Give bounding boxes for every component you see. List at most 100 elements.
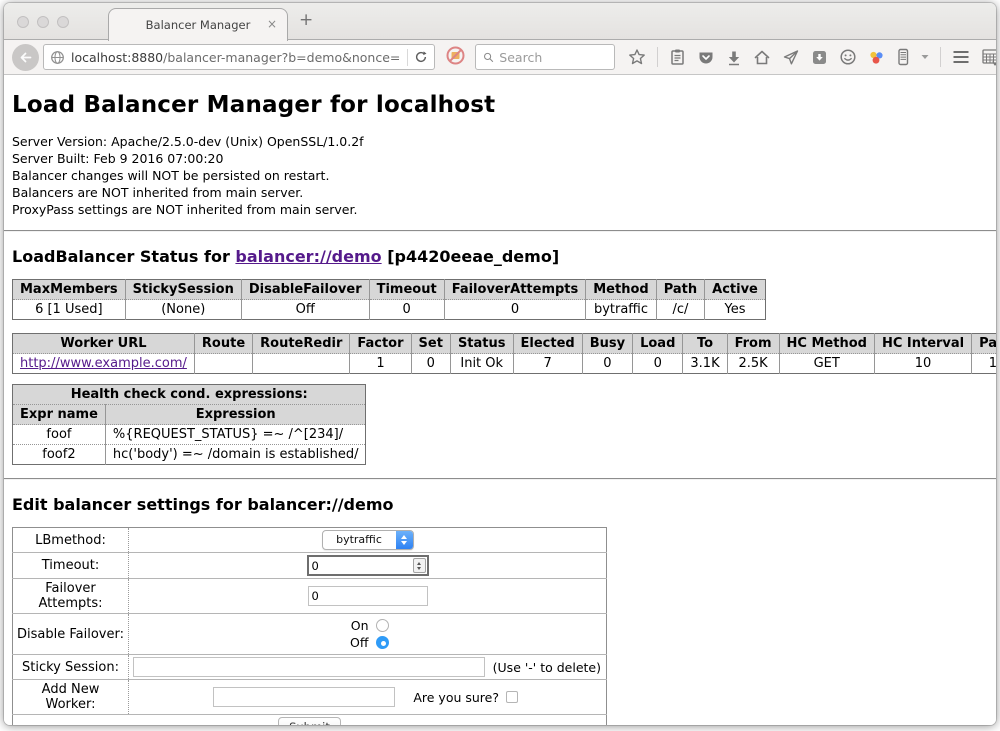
timeout-row: Timeout: xyxy=(13,553,607,579)
table-header-row: Expr name Expression xyxy=(13,405,366,425)
cell-worker-url: http://www.example.com/ xyxy=(13,354,195,374)
color-dots-icon[interactable] xyxy=(868,49,885,66)
cell-disablefailover: Off xyxy=(241,300,369,320)
clipboard-icon[interactable] xyxy=(669,48,686,66)
table-row: foof %{REQUEST_STATUS} =~ /^[234]/ xyxy=(13,425,366,445)
urlbar-separator xyxy=(407,49,408,66)
search-bar[interactable] xyxy=(475,44,615,70)
failover-off-option: Off xyxy=(133,634,602,651)
number-spinner-icon[interactable] xyxy=(413,558,426,573)
globe-icon xyxy=(50,50,65,65)
menu-icon[interactable] xyxy=(952,50,970,64)
add-worker-label: Add New Worker: xyxy=(13,680,129,715)
confirm-checkbox[interactable] xyxy=(506,691,518,703)
timeout-label: Timeout: xyxy=(13,553,129,579)
block-content-icon[interactable] xyxy=(445,45,466,70)
page-content: Load Balancer Manager for localhost Serv… xyxy=(4,75,996,725)
cell-active: Yes xyxy=(705,300,766,320)
col-status: Status xyxy=(450,334,513,354)
select-stepper-icon xyxy=(396,531,413,549)
failover-on-radio[interactable] xyxy=(376,619,389,632)
col-factor: Factor xyxy=(350,334,411,354)
url-bar[interactable]: localhost:8880/balancer-manager?b=demo&n… xyxy=(43,44,435,70)
caret-down-icon[interactable] xyxy=(921,54,929,60)
failover-attempts-input[interactable] xyxy=(308,586,428,606)
cell-busy: 0 xyxy=(582,354,632,374)
emoji-icon[interactable] xyxy=(839,48,857,66)
disable-failover-label: Disable Failover: xyxy=(13,614,129,655)
pocket-icon[interactable] xyxy=(697,49,715,66)
confirm-label: Are you sure? xyxy=(413,690,499,705)
failover-attempts-label: Failover Attempts: xyxy=(13,579,129,614)
submit-button[interactable]: Submit xyxy=(278,717,341,725)
cell-from: 2.5K xyxy=(727,354,779,374)
search-icon xyxy=(483,51,494,64)
cell-stickysession: (None) xyxy=(125,300,241,320)
reload-icon[interactable] xyxy=(414,50,428,64)
col-busy: Busy xyxy=(582,334,632,354)
add-worker-input[interactable] xyxy=(213,687,395,707)
cell-maxmembers: 6 [1 Used] xyxy=(13,300,126,320)
sticky-session-label: Sticky Session: xyxy=(13,655,129,680)
grid-icon[interactable] xyxy=(981,48,996,66)
tab-title: Balancer Manager xyxy=(146,18,251,32)
add-worker-row: Add New Worker: Are you sure? xyxy=(13,680,607,715)
worker-url-link[interactable]: http://www.example.com/ xyxy=(20,356,187,371)
col-hc-interval: HC Interval xyxy=(874,334,971,354)
extension-download-icon[interactable] xyxy=(811,49,828,66)
timeout-input[interactable] xyxy=(309,559,413,573)
lbmethod-row: LBmethod: bytraffic xyxy=(13,528,607,553)
window-close-button[interactable] xyxy=(17,16,29,28)
col-hc-method: HC Method xyxy=(779,334,874,354)
device-icon[interactable] xyxy=(896,48,910,66)
toolbar-separator xyxy=(657,47,658,67)
balancer-demo-link[interactable]: balancer://demo xyxy=(235,247,381,266)
failover-off-radio[interactable] xyxy=(376,636,389,649)
download-icon[interactable] xyxy=(726,49,742,66)
send-icon[interactable] xyxy=(782,49,800,66)
col-worker-url: Worker URL xyxy=(13,334,195,354)
col-method: Method xyxy=(586,280,656,300)
tab-close-icon[interactable]: × xyxy=(267,17,277,31)
col-load: Load xyxy=(633,334,683,354)
persist-note-line: Balancer changes will NOT be persisted o… xyxy=(12,167,988,184)
radio-off-label: Off xyxy=(347,635,369,650)
back-button[interactable] xyxy=(12,44,39,71)
table-header-row: Worker URL Route RouteRedir Factor Set S… xyxy=(13,334,997,354)
window-zoom-button[interactable] xyxy=(57,16,69,28)
inherit-note-line: Balancers are NOT inherited from main se… xyxy=(12,184,988,201)
url-path: /balancer-manager?b=demo&nonce=decc37be-… xyxy=(163,50,401,65)
star-icon[interactable] xyxy=(628,48,646,66)
home-icon[interactable] xyxy=(753,49,771,66)
status-heading-suffix: [p4420eeae_demo] xyxy=(382,247,560,266)
new-tab-button[interactable]: + xyxy=(299,10,313,30)
col-set: Set xyxy=(411,334,450,354)
lbmethod-select[interactable]: bytraffic xyxy=(322,530,414,550)
cell-hc-method: GET xyxy=(779,354,874,374)
col-timeout: Timeout xyxy=(369,280,444,300)
balancer-status-table: MaxMembers StickySession DisableFailover… xyxy=(12,279,766,320)
disable-failover-row: Disable Failover: On Off xyxy=(13,614,607,655)
col-expression: Expression xyxy=(105,405,366,425)
cell-set: 0 xyxy=(411,354,450,374)
sticky-session-note: (Use '-' to delete) xyxy=(493,660,602,675)
edit-balancer-form: LBmethod: bytraffic Timeout: xyxy=(12,527,607,725)
cell-expr-name: foof xyxy=(13,425,106,445)
col-expr-name: Expr name xyxy=(13,405,106,425)
cell-expression: %{REQUEST_STATUS} =~ /^[234]/ xyxy=(105,425,366,445)
status-heading-prefix: LoadBalancer Status for xyxy=(12,247,235,266)
cell-path: /c/ xyxy=(656,300,704,320)
toolbar-separator xyxy=(940,47,941,67)
cell-expression: hc('body') =~ /domain is established/ xyxy=(105,445,366,465)
cell-expr-name: foof2 xyxy=(13,445,106,465)
tab-balancer-manager[interactable]: Balancer Manager × xyxy=(108,8,288,41)
cell-status: Init Ok xyxy=(450,354,513,374)
col-stickysession: StickySession xyxy=(125,280,241,300)
window-minimize-button[interactable] xyxy=(37,16,49,28)
status-heading: LoadBalancer Status for balancer://demo … xyxy=(12,247,988,266)
search-input[interactable] xyxy=(499,50,607,65)
proxypass-note-line: ProxyPass settings are NOT inherited fro… xyxy=(12,201,988,218)
sticky-session-input[interactable] xyxy=(133,657,485,677)
submit-row: Submit xyxy=(13,715,607,726)
cell-elected: 7 xyxy=(513,354,582,374)
